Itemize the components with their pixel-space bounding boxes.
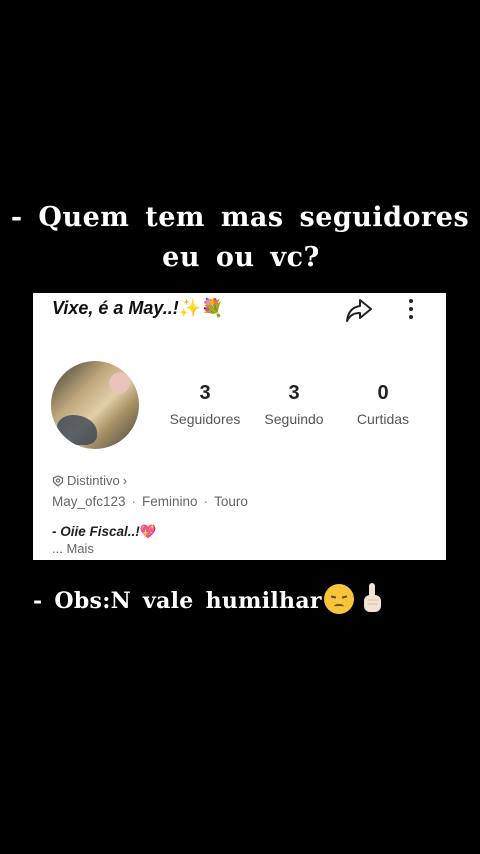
more-options-icon[interactable] (406, 296, 416, 324)
stat-followers[interactable]: 3 Seguidores (160, 381, 250, 427)
following-count: 3 (288, 382, 300, 404)
followers-count: 3 (199, 382, 211, 404)
profile-card: Vixe, é a May..!✨💐 3 Seguidores 3 Seguin… (33, 293, 446, 560)
likes-count: 0 (377, 382, 389, 404)
stat-likes[interactable]: 0 Curtidas (338, 381, 428, 427)
profile-title: Vixe, é a May..!✨💐 (52, 298, 224, 319)
headline-line-1: - Quem tem mas seguidores (10, 202, 470, 233)
zodiac-sign: Touro (214, 494, 248, 509)
note: - Obs:N vale humilhar (33, 582, 384, 614)
bio: - Oiie Fiscal..!💖 (52, 524, 157, 540)
sparkles-icon: ✨ (178, 298, 202, 318)
badge-icon (52, 474, 64, 487)
sparkling-heart-icon: 💖 (139, 524, 157, 539)
followers-label: Seguidores (169, 411, 241, 427)
pensive-face-icon (323, 584, 354, 614)
headline-line-2: eu ou vc? (162, 242, 320, 273)
profile-meta: May_ofc123 · Feminino · Touro (52, 494, 248, 509)
bouquet-icon: 💐 (201, 298, 224, 318)
badge-link[interactable]: Distintivo › (52, 473, 127, 488)
pointing-up-icon (363, 583, 381, 612)
more-link[interactable]: ... Mais (52, 541, 94, 556)
gender: Feminino (142, 494, 198, 509)
stat-following[interactable]: 3 Seguindo (249, 381, 339, 427)
following-label: Seguindo (264, 411, 324, 427)
badge-label: Distintivo (67, 473, 120, 488)
headline: - Quem tem mas seguidores eu ou vc? (0, 198, 480, 278)
chevron-right-icon: › (122, 473, 128, 488)
bio-text: - Oiie Fiscal..! (52, 524, 140, 539)
username: May_ofc123 (52, 494, 126, 509)
profile-topbar: Vixe, é a May..!✨💐 (33, 293, 446, 327)
likes-label: Curtidas (356, 411, 410, 427)
avatar[interactable] (51, 361, 139, 449)
note-text: - Obs:N vale humilhar (33, 588, 322, 614)
share-icon[interactable] (344, 295, 374, 325)
profile-title-text: Vixe, é a May..! (52, 298, 179, 318)
